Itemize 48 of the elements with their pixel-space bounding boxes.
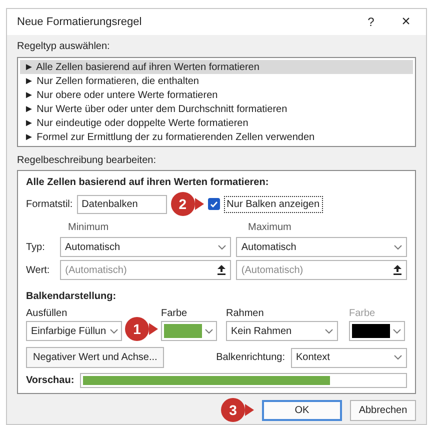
bar-appearance-heading: Balkendarstellung:: [26, 290, 118, 304]
fill-color-picker[interactable]: [161, 321, 217, 341]
chevron-down-icon: [218, 244, 226, 250]
chevron-down-icon: [110, 328, 118, 334]
rule-type-item[interactable]: ► Nur obere oder untere Werte formatieren: [20, 88, 413, 102]
rule-heading: Alle Zellen basierend auf ihren Werten formatieren:: [26, 176, 270, 190]
column-label: Minimum: [67, 221, 110, 235]
format-style-field[interactable]: Datenbalken: [76, 194, 167, 214]
section-label: Regeltyp auswählen:: [17, 40, 111, 54]
checkbox-label[interactable]: Nur Balken anzeigen: [224, 196, 323, 212]
section-label: Regelbeschreibung bearbeiten:: [17, 154, 157, 168]
type-label: Typ:: [26, 240, 46, 254]
direction-label: Balkenrichtung:: [216, 351, 285, 365]
fill-label: Ausfüllen: [26, 307, 68, 321]
minimum-value-field[interactable]: (Automatisch): [60, 260, 231, 280]
color-label: Farbe: [349, 307, 376, 321]
rule-type-item[interactable]: ► Formel zur Ermittlung der zu formatierenden Zellen verwenden: [20, 130, 413, 144]
format-style-label: Formatstil:: [26, 198, 73, 212]
maximum-value-field[interactable]: (Automatisch): [236, 260, 407, 280]
fill-dropdown[interactable]: Einfarbige Füllun: [26, 321, 122, 341]
bar-direction-dropdown[interactable]: Kontext: [291, 348, 407, 368]
chevron-down-icon: [205, 328, 213, 334]
chevron-down-icon: [394, 244, 402, 250]
chevron-down-icon: [325, 328, 333, 334]
help-button[interactable]: ?: [356, 13, 386, 31]
range-picker-icon[interactable]: [393, 265, 402, 275]
window-title: Neue Formatierungsregel: [17, 14, 143, 30]
border-label: Rahmen: [226, 307, 265, 321]
preview-label: Vorschau:: [26, 374, 74, 388]
border-dropdown[interactable]: Kein Rahmen: [226, 321, 338, 341]
chevron-down-icon: [394, 355, 402, 360]
cancel-button[interactable]: Abbrechen: [350, 400, 416, 420]
close-button[interactable]: ×: [386, 10, 426, 34]
negative-value-button[interactable]: Negativer Wert und Achse...: [26, 347, 164, 368]
minimum-type-dropdown[interactable]: Automatisch: [60, 237, 231, 257]
rule-type-item[interactable]: ► Nur eindeutige oder doppelte Werte formatieren: [20, 116, 413, 130]
color-label: Farbe: [161, 307, 188, 321]
ok-button[interactable]: OK: [262, 400, 342, 420]
checkbox[interactable]: [208, 198, 220, 210]
maximum-type-dropdown[interactable]: Automatisch: [236, 237, 407, 257]
rule-type-item[interactable]: ► Alle Zellen basierend auf ihren Werten formatieren: [20, 60, 413, 74]
rule-type-item[interactable]: ► Nur Werte über oder unter dem Durchschnitt formatieren: [20, 102, 413, 116]
rule-type-item[interactable]: ► Nur Zellen formatieren, die enthalten: [20, 74, 413, 88]
column-label: Maximum: [248, 221, 292, 235]
value-label: Wert:: [26, 264, 51, 278]
range-picker-icon[interactable]: [216, 265, 226, 275]
border-color-picker[interactable]: [349, 321, 405, 341]
chevron-down-icon: [393, 328, 401, 334]
